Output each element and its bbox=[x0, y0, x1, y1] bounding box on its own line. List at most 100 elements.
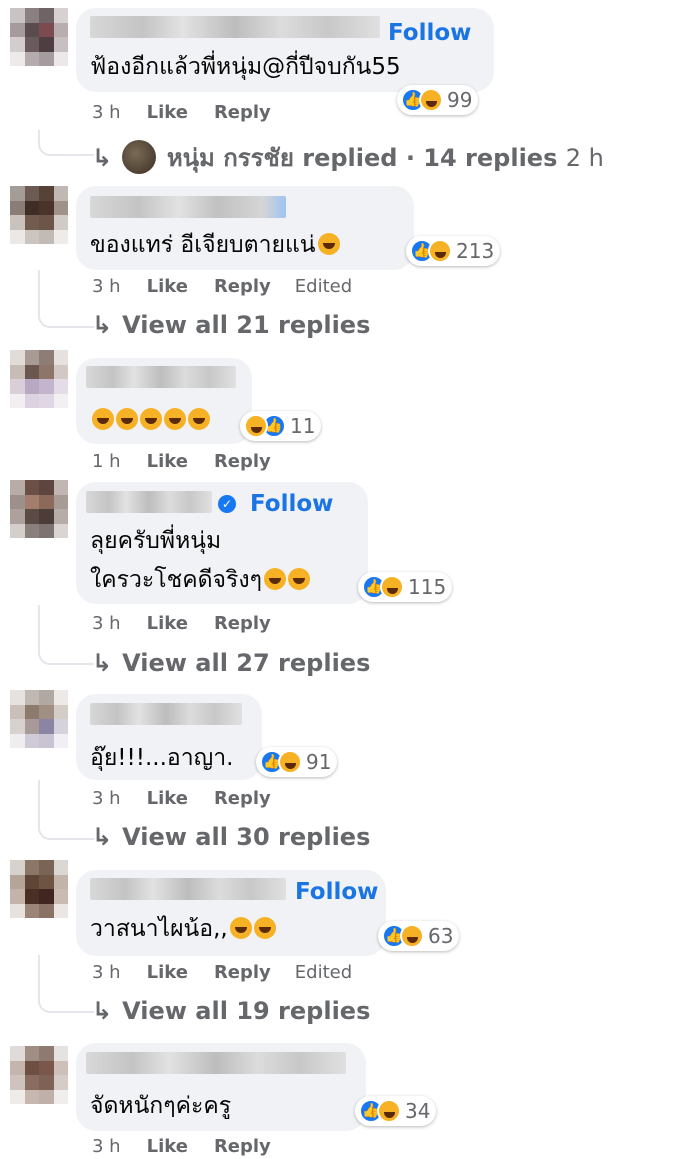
like-button[interactable]: Like bbox=[147, 788, 188, 809]
reaction-count: 63 bbox=[428, 924, 454, 948]
like-button[interactable]: Like bbox=[147, 613, 188, 634]
avatar[interactable] bbox=[10, 690, 68, 748]
avatar[interactable] bbox=[10, 350, 68, 408]
like-button[interactable]: Like bbox=[147, 276, 188, 297]
grin-emoji-icon bbox=[229, 917, 252, 939]
comment-text: อุ๊ย!!!...อาญา. bbox=[90, 745, 234, 771]
reply-button[interactable]: Reply bbox=[214, 276, 271, 297]
rofl-emoji-icon bbox=[287, 568, 310, 590]
view-replies-link[interactable]: ↳ View all 27 replies bbox=[92, 649, 370, 677]
rofl-emoji-icon bbox=[188, 408, 210, 430]
author-name-blurred[interactable] bbox=[86, 1052, 346, 1074]
comment-time[interactable]: 3 h bbox=[92, 613, 121, 634]
verified-badge-icon: ✓ bbox=[218, 495, 236, 513]
reaction-count: 91 bbox=[306, 750, 332, 774]
comment-text-line1: ลุยครับพี่หนุ่ม bbox=[90, 528, 222, 554]
comment-time[interactable]: 3 h bbox=[92, 102, 121, 123]
comment-actions: 3 h Like Reply Edited bbox=[92, 962, 352, 983]
reaction-count: 213 bbox=[456, 239, 495, 263]
thread-line bbox=[38, 130, 94, 156]
comment-time[interactable]: 3 h bbox=[92, 1136, 121, 1157]
grin-emoji-icon bbox=[253, 917, 276, 939]
comment-text-line2: ใครวะโชคดีจริงๆ bbox=[90, 565, 310, 595]
reply-arrow-icon: ↳ bbox=[92, 144, 113, 172]
reply-arrow-icon: ↳ bbox=[92, 997, 113, 1025]
thread-line bbox=[38, 780, 94, 840]
comment-actions: 3 h Like Reply bbox=[92, 1136, 271, 1157]
reply-summary-text: replied · 14 replies bbox=[302, 144, 558, 172]
view-replies-link[interactable]: ↳ View all 30 replies bbox=[92, 823, 370, 851]
haha-reaction-icon bbox=[377, 1099, 401, 1123]
reply-button[interactable]: Reply bbox=[214, 613, 271, 634]
follow-button[interactable]: Follow bbox=[295, 879, 378, 905]
reaction-count: 11 bbox=[290, 414, 316, 438]
thread-line bbox=[38, 955, 94, 1013]
rofl-emoji-icon bbox=[164, 408, 186, 430]
like-button[interactable]: Like bbox=[147, 962, 188, 983]
haha-reaction-icon bbox=[428, 239, 452, 263]
comment-actions: 3 h Like Reply bbox=[92, 613, 271, 634]
reply-arrow-icon: ↳ bbox=[92, 649, 113, 677]
avatar[interactable] bbox=[10, 186, 68, 244]
reply-button[interactable]: Reply bbox=[214, 962, 271, 983]
reaction-summary[interactable]: 👍 99 bbox=[397, 85, 479, 115]
view-replies-link[interactable]: ↳ View all 19 replies bbox=[92, 997, 370, 1025]
avatar[interactable] bbox=[10, 1046, 68, 1104]
haha-reaction-icon bbox=[244, 414, 268, 438]
reply-arrow-icon: ↳ bbox=[92, 823, 113, 851]
rofl-emoji-icon bbox=[140, 408, 162, 430]
like-button[interactable]: Like bbox=[147, 451, 188, 472]
reply-button[interactable]: Reply bbox=[214, 788, 271, 809]
haha-reaction-icon bbox=[400, 924, 424, 948]
rofl-emoji-icon bbox=[116, 408, 138, 430]
comment-time[interactable]: 3 h bbox=[92, 276, 121, 297]
rofl-emoji-icon bbox=[92, 408, 114, 430]
reply-summary-time: 2 h bbox=[565, 144, 604, 172]
author-name-blurred[interactable] bbox=[90, 196, 286, 218]
follow-button[interactable]: Follow bbox=[388, 20, 471, 46]
reaction-summary[interactable]: 👍 11 bbox=[240, 411, 322, 441]
comment-text bbox=[90, 405, 210, 435]
reaction-summary[interactable]: 👍 34 bbox=[355, 1096, 437, 1126]
reply-arrow-icon: ↳ bbox=[92, 311, 113, 339]
like-button[interactable]: Like bbox=[147, 102, 188, 123]
author-name-blurred[interactable] bbox=[90, 878, 286, 900]
reaction-count: 99 bbox=[447, 88, 473, 112]
reaction-summary[interactable]: 👍 115 bbox=[358, 572, 453, 602]
comment-text: วาสนาไผน้อ,, bbox=[90, 914, 276, 944]
author-name-blurred[interactable] bbox=[90, 16, 380, 38]
author-name-blurred[interactable] bbox=[86, 491, 212, 513]
comment-actions: 1 h Like Reply bbox=[92, 451, 271, 472]
thread-line bbox=[38, 270, 94, 328]
comment-time[interactable]: 3 h bbox=[92, 962, 121, 983]
author-name-blurred[interactable] bbox=[90, 703, 242, 725]
author-name-blurred[interactable] bbox=[86, 366, 236, 388]
comment-text: ของแทร่ อีเจียบตายแน่ bbox=[90, 230, 340, 260]
edited-label: Edited bbox=[294, 962, 353, 983]
reply-button[interactable]: Reply bbox=[214, 102, 271, 123]
grin-emoji-icon bbox=[317, 233, 340, 255]
view-replies-link[interactable]: ↳ View all 21 replies bbox=[92, 311, 370, 339]
edited-label: Edited bbox=[294, 276, 353, 297]
reaction-summary[interactable]: 👍 91 bbox=[256, 747, 338, 777]
like-button[interactable]: Like bbox=[147, 1136, 188, 1157]
comment-actions: 3 h Like Reply Edited bbox=[92, 276, 352, 297]
comment-text: ฟ้องอีกแล้วพี่หนุ่ม@กี่ปีจบกัน55 bbox=[90, 54, 401, 80]
comment-actions: 3 h Like Reply bbox=[92, 102, 271, 123]
reaction-summary[interactable]: 👍 63 bbox=[378, 921, 460, 951]
comment-time[interactable]: 3 h bbox=[92, 788, 121, 809]
reaction-summary[interactable]: 👍 213 bbox=[406, 236, 501, 266]
avatar[interactable] bbox=[10, 480, 68, 538]
reply-button[interactable]: Reply bbox=[214, 451, 271, 472]
reaction-count: 34 bbox=[405, 1099, 431, 1123]
thread-line bbox=[38, 605, 94, 665]
comment-time[interactable]: 1 h bbox=[92, 451, 121, 472]
reply-button[interactable]: Reply bbox=[214, 1136, 271, 1157]
comment-text: จัดหนักๆค่ะครู bbox=[90, 1093, 232, 1119]
avatar[interactable] bbox=[10, 8, 68, 66]
avatar[interactable] bbox=[10, 860, 68, 918]
follow-button[interactable]: Follow bbox=[250, 491, 333, 517]
reply-summary[interactable]: ↳ หนุ่ม กรรชัย replied · 14 replies 2 h bbox=[92, 138, 604, 177]
replier-name: หนุ่ม กรรชัย bbox=[166, 144, 294, 172]
haha-reaction-icon bbox=[380, 575, 404, 599]
